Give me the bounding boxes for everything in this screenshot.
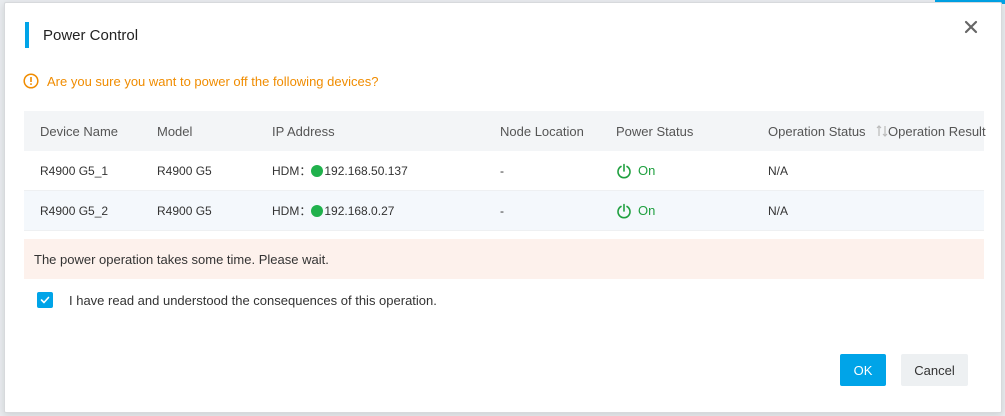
ip-prefix: HDM： [272,164,312,178]
header-device-name: Device Name [40,123,119,139]
header-ip-address: IP Address [272,123,335,139]
title-accent-bar [25,22,29,48]
check-icon [40,296,50,304]
table-row: R4900 G5_2 R4900 G5 HDM： 192.168.0.27 - O… [24,191,984,231]
warning-circle-icon [23,73,39,89]
ok-button[interactable]: OK [840,354,886,386]
power-status-text: On [638,163,656,178]
power-control-dialog: Power Control Are you sure you want to p… [4,2,1002,413]
cell-model: R4900 G5 [157,163,212,178]
power-status-text: On [638,203,656,218]
header-operation-result: Operation Result [888,123,986,139]
cell-ip-address: HDM： 192.168.0.27 [272,202,394,219]
cell-device-name: R4900 G5_1 [40,163,109,178]
notice-banner: The power operation takes some time. Ple… [24,239,984,279]
cell-node-location: - [500,163,504,178]
header-operation-status-label: Operation Status [768,123,866,139]
cell-device-name: R4900 G5_2 [40,203,109,218]
agree-label: I have read and understood the consequen… [69,292,437,308]
agree-row[interactable]: I have read and understood the consequen… [37,292,437,308]
devices-table: Device Name Model IP Address Node Locati… [24,111,986,231]
warning-text: Are you sure you want to power off the f… [47,73,379,89]
header-power-status: Power Status [616,123,694,139]
cell-node-location: - [500,203,504,218]
warning-message: Are you sure you want to power off the f… [23,73,378,89]
cancel-button[interactable]: Cancel [901,354,968,386]
cell-power-status: On [616,203,655,219]
cell-model: R4900 G5 [157,203,212,218]
close-icon[interactable] [963,19,979,35]
ip-value: 192.168.0.27 [324,204,395,218]
cell-operation-status: N/A [768,163,789,178]
cell-ip-address: HDM： 192.168.50.137 [272,162,408,179]
agree-checkbox[interactable] [37,292,53,308]
notice-text: The power operation takes some time. Ple… [34,251,329,267]
status-dot-icon [311,165,324,177]
header-model: Model [157,123,193,139]
power-icon [617,203,631,218]
table-header: Device Name Model IP Address Node Locati… [24,111,986,151]
header-operation-status[interactable]: Operation Status [768,124,889,139]
header-node-location: Node Location [500,123,584,139]
ip-prefix: HDM： [272,204,312,218]
cell-operation-status: N/A [768,203,789,218]
cell-power-status: On [616,163,655,179]
dialog-header: Power Control [25,21,138,49]
table-row: R4900 G5_1 R4900 G5 HDM： 192.168.50.137 -… [24,151,984,191]
dialog-title: Power Control [43,26,139,44]
ip-value: 192.168.50.137 [324,164,408,178]
power-icon [617,163,631,178]
status-dot-icon [311,205,324,217]
